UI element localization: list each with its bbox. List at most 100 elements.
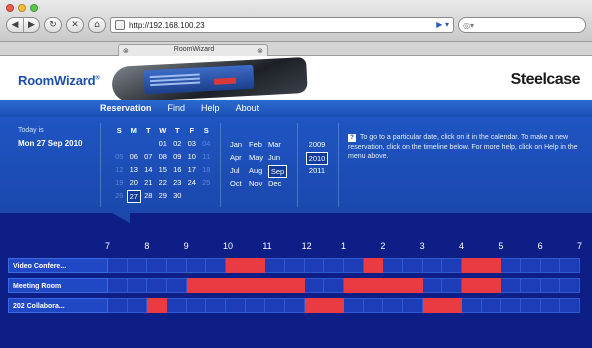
free-slot[interactable]: [285, 298, 305, 313]
free-slot[interactable]: [521, 258, 541, 273]
free-slot[interactable]: [403, 298, 423, 313]
month-dec[interactable]: Dec: [268, 178, 287, 191]
reserved-slot[interactable]: [363, 278, 384, 293]
year-2010[interactable]: 2010: [306, 152, 328, 165]
free-slot[interactable]: [540, 298, 561, 313]
calendar-day[interactable]: 29: [156, 190, 171, 203]
reserved-slot[interactable]: [285, 278, 305, 293]
calendar-day[interactable]: 20: [127, 177, 142, 190]
calendar-day[interactable]: 30: [170, 190, 185, 203]
calendar-day[interactable]: 11: [199, 151, 214, 164]
calendar-day[interactable]: 13: [127, 164, 142, 177]
reserved-slot[interactable]: [324, 298, 344, 313]
reserved-slot[interactable]: [442, 298, 462, 313]
reserved-slot[interactable]: [363, 258, 384, 273]
calendar-day[interactable]: 06: [127, 151, 142, 164]
reserved-slot[interactable]: [462, 278, 482, 293]
free-slot[interactable]: [521, 298, 541, 313]
reserved-slot[interactable]: [186, 278, 207, 293]
search-field[interactable]: ◎▾: [458, 17, 586, 33]
free-slot[interactable]: [501, 298, 521, 313]
calendar-day[interactable]: 15: [156, 164, 171, 177]
free-slot[interactable]: [481, 298, 502, 313]
month-jul[interactable]: Jul: [230, 165, 249, 178]
free-slot[interactable]: [108, 298, 128, 313]
free-slot[interactable]: [167, 278, 187, 293]
free-slot[interactable]: [186, 258, 207, 273]
room-name[interactable]: 202 Collabora...: [8, 298, 108, 313]
free-slot[interactable]: [108, 258, 128, 273]
room-name[interactable]: Video Confere...: [8, 258, 108, 273]
free-slot[interactable]: [540, 258, 561, 273]
free-slot[interactable]: [324, 258, 344, 273]
calendar-day[interactable]: 27: [126, 190, 141, 203]
free-slot[interactable]: [442, 258, 462, 273]
free-slot[interactable]: [127, 298, 148, 313]
address-bar[interactable]: http://192.168.100.23 ▶ ▾: [110, 17, 454, 33]
year-2011[interactable]: 2011: [306, 165, 328, 178]
url-text[interactable]: http://192.168.100.23: [129, 21, 205, 30]
reserved-slot[interactable]: [481, 278, 502, 293]
minimize-window-button[interactable]: [18, 4, 26, 12]
close-window-button[interactable]: [6, 4, 14, 12]
free-slot[interactable]: [501, 278, 521, 293]
free-slot[interactable]: [442, 278, 462, 293]
reserved-slot[interactable]: [226, 258, 246, 273]
free-slot[interactable]: [501, 258, 521, 273]
free-slot[interactable]: [403, 258, 423, 273]
calendar-day[interactable]: 03: [185, 138, 200, 151]
room-name[interactable]: Meeting Room: [8, 278, 108, 293]
free-slot[interactable]: [304, 258, 325, 273]
reserved-slot[interactable]: [245, 258, 266, 273]
calendar-day[interactable]: 07: [141, 151, 156, 164]
calendar-day[interactable]: 08: [156, 151, 171, 164]
forward-arrow-icon[interactable]: ▶: [23, 18, 39, 32]
calendar-day[interactable]: 05: [112, 151, 127, 164]
month-jan[interactable]: Jan: [230, 139, 249, 152]
reserved-slot[interactable]: [403, 278, 423, 293]
free-slot[interactable]: [206, 258, 226, 273]
month-nov[interactable]: Nov: [249, 178, 268, 191]
calendar-day[interactable]: 12: [112, 164, 127, 177]
free-slot[interactable]: [147, 258, 167, 273]
menu-item-about[interactable]: About: [236, 103, 260, 113]
reserved-slot[interactable]: [245, 278, 266, 293]
calendar-day[interactable]: 04: [199, 138, 214, 151]
month-may[interactable]: May: [249, 152, 268, 165]
calendar-day[interactable]: 26: [112, 190, 127, 203]
free-slot[interactable]: [422, 278, 443, 293]
calendar-day[interactable]: 16: [170, 164, 185, 177]
free-slot[interactable]: [108, 278, 128, 293]
calendar-day[interactable]: 19: [112, 177, 127, 190]
calendar-day[interactable]: 14: [141, 164, 156, 177]
calendar-day[interactable]: 24: [185, 177, 200, 190]
back-arrow-icon[interactable]: ◀: [7, 18, 23, 32]
calendar-day[interactable]: 22: [156, 177, 171, 190]
home-icon[interactable]: ⌂: [88, 17, 106, 33]
menu-item-help[interactable]: Help: [201, 103, 220, 113]
month-sep[interactable]: Sep: [268, 165, 287, 178]
calendar-day[interactable]: 17: [185, 164, 200, 177]
free-slot[interactable]: [285, 258, 305, 273]
year-2009[interactable]: 2009: [306, 139, 328, 152]
free-slot[interactable]: [245, 298, 266, 313]
reserved-slot[interactable]: [147, 298, 167, 313]
reserved-slot[interactable]: [462, 258, 482, 273]
tab-close-icon[interactable]: ⊗: [257, 47, 263, 55]
month-mar[interactable]: Mar: [268, 139, 287, 152]
reserved-slot[interactable]: [344, 278, 364, 293]
reload-icon[interactable]: ↻: [44, 17, 62, 33]
calendar-day[interactable]: 01: [156, 138, 171, 151]
reserved-slot[interactable]: [265, 278, 285, 293]
tab-close-icon[interactable]: ⊗: [123, 47, 129, 55]
free-slot[interactable]: [540, 278, 561, 293]
reserved-slot[interactable]: [383, 278, 403, 293]
month-oct[interactable]: Oct: [230, 178, 249, 191]
month-apr[interactable]: Apr: [230, 152, 249, 165]
free-slot[interactable]: [127, 258, 148, 273]
menu-item-find[interactable]: Find: [168, 103, 186, 113]
free-slot[interactable]: [206, 298, 226, 313]
free-slot[interactable]: [186, 298, 207, 313]
free-slot[interactable]: [344, 298, 364, 313]
free-slot[interactable]: [226, 298, 246, 313]
